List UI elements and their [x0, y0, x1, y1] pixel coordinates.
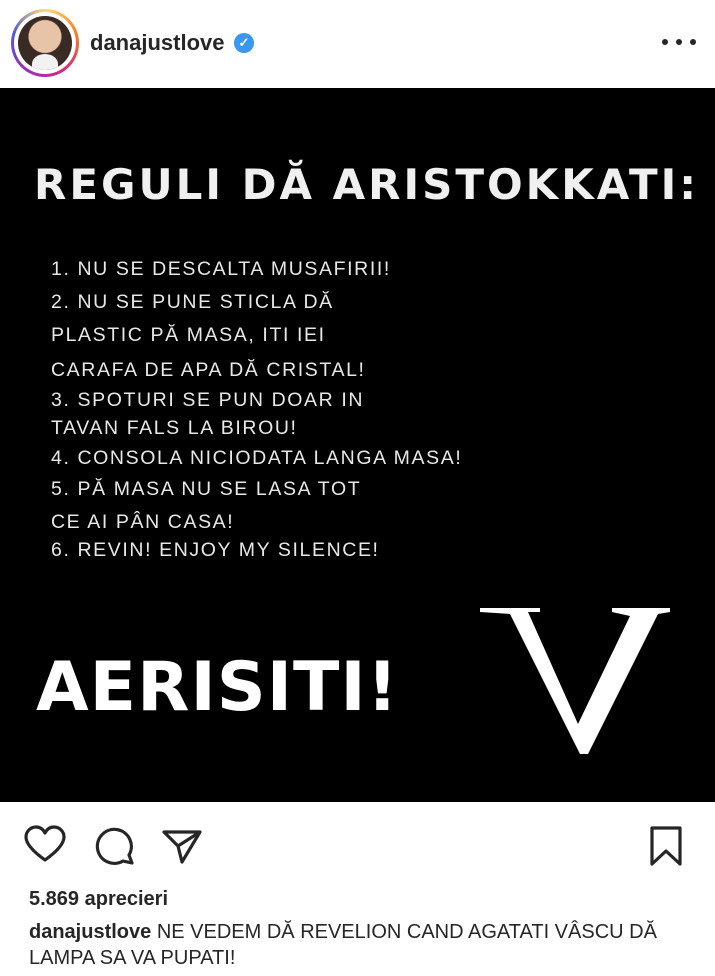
post-image[interactable]: REGULI DĂ ARISTOKKATI: 1. NU SE DESCALTA… — [0, 88, 715, 802]
heart-icon — [24, 825, 66, 862]
image-title: REGULI DĂ ARISTOKKATI: — [34, 160, 700, 209]
caption-username[interactable]: danajustlove — [29, 921, 151, 943]
rule-line: PLASTIC PĂ MASA, ITI IEI — [51, 324, 326, 346]
post-header: danajustlove ✓ — [0, 0, 715, 88]
avatar[interactable] — [18, 16, 72, 70]
rule-line: TAVAN FALS LA BIROU! — [51, 417, 298, 439]
rule-line: 5. PĂ MASA NU SE LASA TOT — [51, 478, 362, 500]
action-bar — [0, 802, 715, 882]
image-big-text: AERISITI! — [36, 648, 399, 727]
save-button[interactable] — [644, 824, 688, 868]
rule-line: 3. SPOTURI SE PUN DOAR IN — [51, 389, 365, 411]
likes-count[interactable]: 5.869 aprecieri — [29, 888, 168, 911]
dot-icon — [676, 39, 682, 45]
send-icon — [162, 830, 202, 864]
rule-line: CE AI PÂN CASA! — [51, 511, 235, 533]
story-ring[interactable] — [11, 9, 79, 77]
more-options-button[interactable] — [662, 30, 696, 54]
share-button[interactable] — [160, 824, 204, 868]
post-username[interactable]: danajustlove — [90, 30, 224, 56]
rule-line: 6. REVIN! ENJOY MY SILENCE! — [51, 539, 380, 561]
comment-icon — [95, 827, 134, 865]
rule-line: 1. NU SE DESCALTA MUSAFIRII! — [51, 258, 391, 280]
bookmark-icon — [650, 826, 682, 866]
v-logo-icon: Dana Budeanu — [480, 608, 670, 754]
rule-line: 4. CONSOLA NICIODATA LANGA MASA! — [51, 447, 463, 469]
comment-button[interactable] — [93, 824, 137, 868]
verified-badge-icon: ✓ — [234, 33, 254, 53]
rule-line: 2. NU SE PUNE STICLA DĂ — [51, 291, 334, 313]
like-button[interactable] — [23, 824, 67, 868]
caption: danajustlove NE VEDEM DĂ REVELION CAND A… — [29, 919, 699, 971]
dot-icon — [662, 39, 668, 45]
rule-line: CARAFA DE APA DĂ CRISTAL! — [51, 359, 366, 381]
dot-icon — [690, 39, 696, 45]
